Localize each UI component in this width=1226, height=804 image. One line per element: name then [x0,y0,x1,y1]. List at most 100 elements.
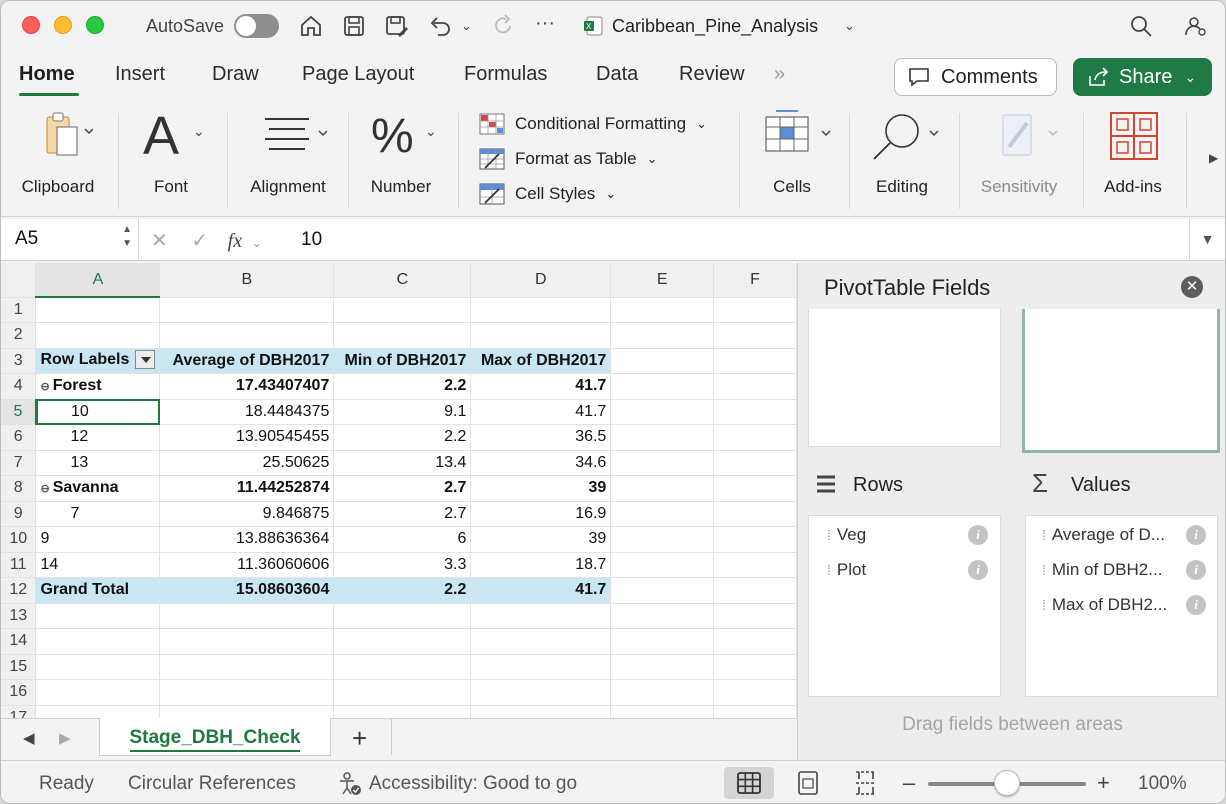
save-as-icon[interactable] [384,13,410,39]
cell-e12[interactable] [610,577,715,604]
cell-b12[interactable]: 15.08603604 [159,577,335,604]
cell-f11[interactable] [713,552,797,578]
tab-data[interactable]: Data [596,63,638,86]
cell-d6[interactable]: 36.5 [470,424,612,451]
cell-a4[interactable]: ⊖ Forest [35,373,161,400]
number-group[interactable]: % ⌄ Number [361,109,441,209]
cell-e5[interactable] [610,399,715,425]
format-as-table-button[interactable]: Format as Table ⌄ [479,148,657,170]
cell-d3[interactable]: Max of DBH2017 [470,348,612,374]
zoom-slider-knob[interactable] [994,770,1020,796]
cell-d12[interactable]: 41.7 [470,577,612,604]
undo-dropdown-icon[interactable]: ⌄ [461,18,472,34]
row-header[interactable]: 4 [1,373,37,400]
column-header-c[interactable]: C [333,263,472,298]
cell-e6[interactable] [610,424,715,451]
tab-review[interactable]: Review [679,63,745,86]
cell-a15[interactable] [35,654,161,680]
clipboard-group[interactable]: Clipboard [15,109,101,209]
cell-f7[interactable] [713,450,797,476]
cell-c4[interactable]: 2.2 [333,373,472,400]
row-header[interactable]: 11 [1,552,37,578]
cell-c12[interactable]: 2.2 [333,577,472,604]
select-all-corner[interactable] [1,263,37,298]
sensitivity-group[interactable]: Sensitivity [969,109,1069,209]
cell-e1[interactable] [610,297,715,323]
enter-icon[interactable]: ✓ [191,230,208,252]
cell-a9[interactable]: 7 [35,500,161,527]
cell-e10[interactable] [610,526,715,553]
cell-c1[interactable] [333,297,472,323]
cell-e11[interactable] [610,552,715,578]
info-icon[interactable]: i [1186,560,1206,580]
row-header[interactable]: 14 [1,628,37,655]
editing-group[interactable]: Editing [859,109,945,209]
cell-f3[interactable] [713,348,797,374]
column-header-d[interactable]: D [470,263,612,298]
cell-c13[interactable] [333,603,472,629]
cancel-icon[interactable]: ✕ [151,230,168,252]
minimize-window-button[interactable] [54,16,72,34]
row-header[interactable]: 2 [1,322,37,349]
cell-d4[interactable]: 41.7 [470,373,612,400]
page-break-view-button[interactable] [841,767,891,799]
row-header[interactable]: 6 [1,424,37,451]
next-sheet-icon[interactable]: ▶ [59,729,71,747]
status-accessibility[interactable]: Accessibility: Good to go [369,773,577,795]
cell-e3[interactable] [610,348,715,374]
values-field-average[interactable]: ⁞ Average of D... [1042,525,1165,545]
tab-draw[interactable]: Draw [212,63,259,86]
cell-d2[interactable] [470,322,612,349]
close-window-button[interactable] [22,16,40,34]
info-icon[interactable]: i [968,525,988,545]
conditional-formatting-button[interactable]: Conditional Formatting ⌄ [479,113,707,135]
cell-c8[interactable]: 2.7 [333,475,472,502]
row-header[interactable]: 17 [1,705,37,718]
drag-handle-icon[interactable]: ⁞ [1042,562,1046,578]
cell-b2[interactable] [159,322,335,349]
cell-a5[interactable]: 10 [35,398,161,425]
add-sheet-button[interactable]: + [352,723,367,754]
drag-handle-icon[interactable]: ⁞ [827,527,831,543]
cell-d14[interactable] [470,628,612,655]
ribbon-scroll-right-icon[interactable]: ▶ [1209,151,1218,165]
cell-f12[interactable] [713,577,797,604]
cell-e2[interactable] [610,322,715,349]
cell-b5[interactable]: 18.4484375 [159,398,335,425]
cell-a17[interactable] [35,705,161,718]
insert-function-icon[interactable]: fx [228,230,242,252]
cell-b3[interactable]: Average of DBH2017 [159,348,335,374]
cell-e9[interactable] [610,501,715,527]
cell-b1[interactable] [159,297,335,323]
normal-view-button[interactable] [724,767,774,799]
values-field-max[interactable]: ⁞ Max of DBH2... [1042,595,1167,615]
cell-f16[interactable] [713,679,797,706]
cell-styles-button[interactable]: Cell Styles ⌄ [479,183,616,205]
cell-b15[interactable] [159,654,335,680]
row-header[interactable]: 12 [1,577,37,604]
cell-c10[interactable]: 6 [333,526,472,553]
sheet-tab-stage-dbh-check[interactable]: Stage_DBH_Check [99,718,331,756]
cell-b11[interactable]: 11.36060606 [159,552,335,578]
rows-field-veg[interactable]: ⁞ Veg [827,525,866,545]
cell-a16[interactable] [35,679,161,706]
cell-c9[interactable]: 2.7 [333,500,472,527]
row-header[interactable]: 9 [1,501,37,527]
addins-group[interactable]: Add-ins [1093,109,1173,209]
cell-a7[interactable]: 13 [35,450,161,476]
cell-e15[interactable] [610,654,715,680]
row-header[interactable]: 1 [1,297,37,323]
zoom-in-button[interactable]: + [1097,770,1110,796]
name-box[interactable]: A5 ▲ ▼ [1,219,139,260]
collapse-icon[interactable]: ⊖ [40,483,49,495]
cell-c7[interactable]: 13.4 [333,450,472,476]
status-circular-references[interactable]: Circular References [128,773,296,795]
comments-button[interactable]: Comments [894,58,1057,96]
cell-b9[interactable]: 9.846875 [159,500,335,527]
values-field-min[interactable]: ⁞ Min of DBH2... [1042,560,1162,580]
formula-expand-icon[interactable]: ▼ [1189,219,1225,260]
row-header[interactable]: 3 [1,348,37,374]
cell-a8[interactable]: ⊖ Savanna [35,475,161,502]
cell-b7[interactable]: 25.50625 [159,450,335,476]
filter-dropdown-icon[interactable] [135,350,156,370]
